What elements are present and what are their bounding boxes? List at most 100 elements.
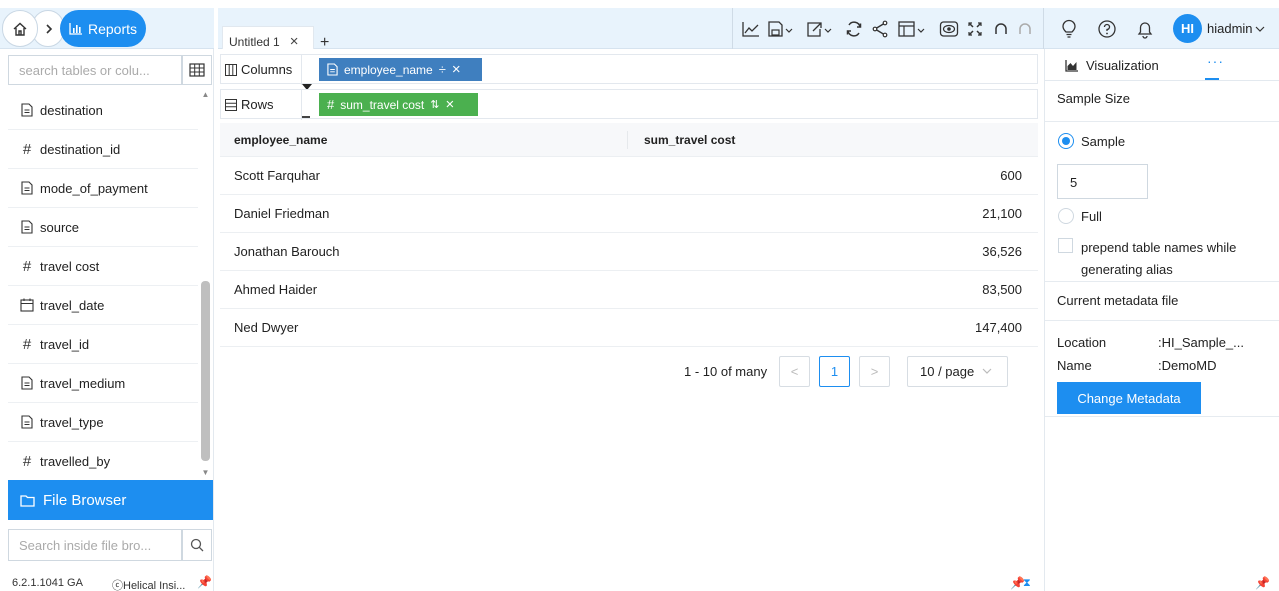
- table-row: Daniel Friedman 21,100: [220, 195, 1038, 233]
- avatar[interactable]: HI: [1173, 14, 1202, 43]
- scrollbar-thumb[interactable]: [201, 281, 210, 461]
- hash-icon: #: [22, 452, 32, 470]
- change-metadata-button[interactable]: Change Metadata: [1057, 382, 1201, 414]
- pin-icon[interactable]: 📌: [197, 575, 212, 589]
- file-browser-label: File Browser: [43, 491, 127, 509]
- preview-icon[interactable]: [938, 18, 960, 40]
- report-workspace: Columns employee_name ÷ × Rows # sum_tra…: [218, 49, 1040, 591]
- fullscreen-icon[interactable]: [964, 18, 986, 40]
- user-menu[interactable]: hiadmin: [1207, 21, 1265, 36]
- pagination-info: 1 - 10 of many: [684, 364, 768, 379]
- field-list: destination # destination_id mode_of_paym…: [8, 91, 198, 481]
- refresh-icon[interactable]: [843, 18, 865, 40]
- sample-radio[interactable]: [1058, 133, 1074, 149]
- cell-employee-name: Scott Farquhar: [234, 168, 320, 183]
- list-item[interactable]: mode_of_payment: [8, 169, 198, 208]
- list-item[interactable]: # destination_id: [8, 130, 198, 169]
- toolbar-divider: [1043, 8, 1044, 49]
- cell-travel-cost: 600: [1000, 168, 1022, 183]
- file-search-button[interactable]: [182, 529, 212, 561]
- full-radio[interactable]: [1058, 208, 1074, 224]
- next-page-button[interactable]: >: [859, 356, 890, 387]
- list-item[interactable]: destination: [8, 91, 198, 130]
- search-icon: [190, 538, 204, 552]
- list-item[interactable]: # travel cost: [8, 247, 198, 286]
- list-item[interactable]: source: [8, 208, 198, 247]
- cell-employee-name: Ahmed Haider: [234, 282, 318, 297]
- page-size-select[interactable]: 10 / page: [907, 356, 1008, 387]
- remove-pill-icon[interactable]: ×: [445, 96, 454, 113]
- remove-pill-icon[interactable]: ×: [452, 61, 461, 78]
- section-divider: [1045, 320, 1279, 321]
- list-item[interactable]: travel_medium: [8, 364, 198, 403]
- export-dropdown-icon[interactable]: [805, 18, 835, 40]
- table-view-button[interactable]: [182, 55, 212, 85]
- app-window: Reports Untitled 1 × + HI hiadmin search…: [0, 0, 1279, 591]
- folder-icon: [20, 494, 35, 507]
- file-browser-button[interactable]: File Browser: [8, 480, 213, 520]
- row-field-pill[interactable]: # sum_travel cost ⇅ ×: [319, 93, 478, 116]
- version-label: 6.2.1.1041 GA: [12, 577, 83, 589]
- search-tables-input[interactable]: search tables or colu...: [8, 55, 182, 85]
- tab-visualization[interactable]: Visualization: [1065, 58, 1159, 73]
- sample-size-title: Sample Size: [1057, 91, 1130, 106]
- layout-dropdown-icon[interactable]: [896, 18, 930, 40]
- file-search-input[interactable]: Search inside file bro...: [8, 529, 182, 561]
- data-fields-panel: search tables or colu... destination # de…: [0, 49, 214, 591]
- list-item[interactable]: travel_type: [8, 403, 198, 442]
- list-item[interactable]: # travelled_by: [8, 442, 198, 481]
- section-divider: [1045, 281, 1279, 282]
- grid-icon: [189, 63, 205, 77]
- sort-icon[interactable]: ⇅: [430, 98, 439, 111]
- lightbulb-icon[interactable]: [1058, 18, 1080, 40]
- close-tab-icon[interactable]: ×: [290, 33, 299, 50]
- sample-size-input[interactable]: 5: [1057, 164, 1148, 199]
- text-icon: [20, 103, 34, 117]
- data-table: employee_name sum_travel cost Scott Farq…: [220, 123, 1038, 347]
- tab-more[interactable]: ···: [1207, 53, 1224, 69]
- pin-icon[interactable]: 📌: [1255, 576, 1270, 590]
- save-dropdown-icon[interactable]: [766, 18, 796, 40]
- chevron-down-icon: [1255, 26, 1264, 32]
- columns-shelf[interactable]: Columns employee_name ÷ ×: [220, 54, 1038, 85]
- rows-shelf[interactable]: Rows # sum_travel cost ⇅ ×: [220, 89, 1038, 120]
- rows-icon: [225, 98, 237, 111]
- hash-icon: #: [22, 335, 32, 353]
- share-icon[interactable]: [869, 18, 891, 40]
- drag-handle[interactable]: [302, 116, 310, 118]
- field-name: destination: [40, 102, 103, 118]
- column-header[interactable]: employee_name: [220, 130, 628, 149]
- prepend-checkbox-label: prepend table names while generating ali…: [1081, 240, 1237, 277]
- redo-icon[interactable]: [1014, 18, 1036, 40]
- text-icon: [20, 220, 34, 234]
- rows-label: Rows: [241, 97, 274, 112]
- prev-page-button[interactable]: <: [779, 356, 810, 387]
- prepend-table-names-checkbox[interactable]: [1058, 238, 1073, 253]
- line-chart-icon[interactable]: [740, 18, 762, 40]
- row-pill-label: sum_travel cost: [340, 97, 425, 112]
- hash-icon: #: [22, 257, 32, 275]
- help-icon[interactable]: [1096, 18, 1118, 40]
- column-header[interactable]: sum_travel cost: [628, 133, 735, 147]
- full-radio-label: Full: [1081, 209, 1102, 224]
- home-button[interactable]: [2, 10, 38, 47]
- divide-icon[interactable]: ÷: [439, 62, 446, 77]
- cell-employee-name: Daniel Friedman: [234, 206, 330, 221]
- calendar-icon: [20, 298, 34, 312]
- undo-icon[interactable]: [990, 18, 1012, 40]
- field-name: travel cost: [40, 258, 100, 274]
- breadcrumb-reports-label: Reports: [87, 20, 138, 37]
- list-item[interactable]: travel_date: [8, 286, 198, 325]
- rows-shelf-label: Rows: [225, 97, 274, 112]
- current-page-button[interactable]: 1: [819, 356, 850, 387]
- list-item[interactable]: # travel_id: [8, 325, 198, 364]
- column-field-pill[interactable]: employee_name ÷ ×: [319, 58, 482, 81]
- scroll-down-arrow[interactable]: ▼: [201, 469, 210, 477]
- location-value: :HI_Sample_...: [1158, 335, 1244, 350]
- breadcrumb-reports[interactable]: Reports: [60, 10, 146, 47]
- scroll-up-arrow[interactable]: ▲: [201, 91, 210, 99]
- area-chart-icon: [1065, 59, 1078, 72]
- name-value: :DemoMD: [1158, 358, 1217, 373]
- chevron-down-icon: [982, 368, 992, 374]
- bell-icon[interactable]: [1134, 18, 1156, 40]
